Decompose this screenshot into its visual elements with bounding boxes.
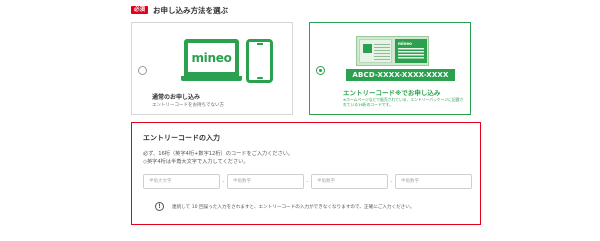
option-title: 通常のお申し込み bbox=[152, 94, 201, 101]
option-subtitle: ※ホームページなどで販売されている、エントリーパッケージに記載されている16桁の… bbox=[343, 97, 464, 107]
separator: - bbox=[306, 178, 309, 185]
section-title: お申し込み方法を選ぶ bbox=[153, 5, 229, 15]
code-input-letters[interactable] bbox=[143, 174, 220, 189]
section-header: 必須 お申し込み方法を選ぶ bbox=[131, 4, 228, 16]
mineo-logo: mineo bbox=[191, 50, 232, 65]
entry-instructions: 必ず、16桁（英字4桁+数字12桁）のコードをご入力ください。 ◇英字4桁は半角… bbox=[143, 150, 293, 166]
code-input-digits-3[interactable] bbox=[395, 174, 472, 189]
code-example: ABCD-XXXX-XXXX-XXXX bbox=[346, 69, 455, 81]
entry-code-inputs: - - - bbox=[143, 174, 472, 189]
notice-text: 連続して 10 回誤った入力をされますと、エントリーコードの入力ができなくなりま… bbox=[172, 204, 415, 210]
code-input-digits-2[interactable] bbox=[311, 174, 388, 189]
option-subtitle: エントリーコードをお持ちでない方 bbox=[152, 103, 224, 108]
radio-normal[interactable] bbox=[138, 66, 147, 75]
option-title: エントリーコード※でお申し込み bbox=[343, 89, 441, 97]
required-badge: 必須 bbox=[131, 6, 149, 14]
warning-icon: ! bbox=[155, 202, 164, 211]
entry-package-image: mineo bbox=[356, 36, 429, 66]
radio-entry-code[interactable] bbox=[316, 66, 325, 75]
separator: - bbox=[222, 178, 225, 185]
instruction-line-1: 必ず、16桁（英字4桁+数字12桁）のコードをご入力ください。 bbox=[143, 151, 294, 157]
notice: ! 連続して 10 回誤った入力をされますと、エントリーコードの入力ができなくな… bbox=[143, 202, 414, 211]
qr-code-icon bbox=[363, 44, 372, 53]
smartphone-icon bbox=[246, 39, 273, 83]
option-card-entry-code[interactable]: mineo ABCD-XXXX-XXXX-XXXX エントリーコード※でお申し込… bbox=[309, 22, 471, 115]
entry-title: エントリーコードの入力 bbox=[143, 134, 220, 142]
radio-selected-dot bbox=[319, 69, 322, 72]
separator: - bbox=[390, 178, 393, 185]
code-input-digits-1[interactable] bbox=[227, 174, 304, 189]
laptop-icon: mineo bbox=[181, 39, 242, 83]
instruction-line-2: ◇英字4桁は半角大文字で入力してください。 bbox=[143, 159, 249, 165]
entry-code-panel: エントリーコードの入力 必ず、16桁（英字4桁+数字12桁）のコードをご入力くだ… bbox=[131, 122, 481, 225]
option-card-normal[interactable]: mineo 通常のお申し込み エントリーコードをお持ちでない方 bbox=[131, 22, 293, 115]
package-brand: mineo bbox=[398, 41, 412, 46]
